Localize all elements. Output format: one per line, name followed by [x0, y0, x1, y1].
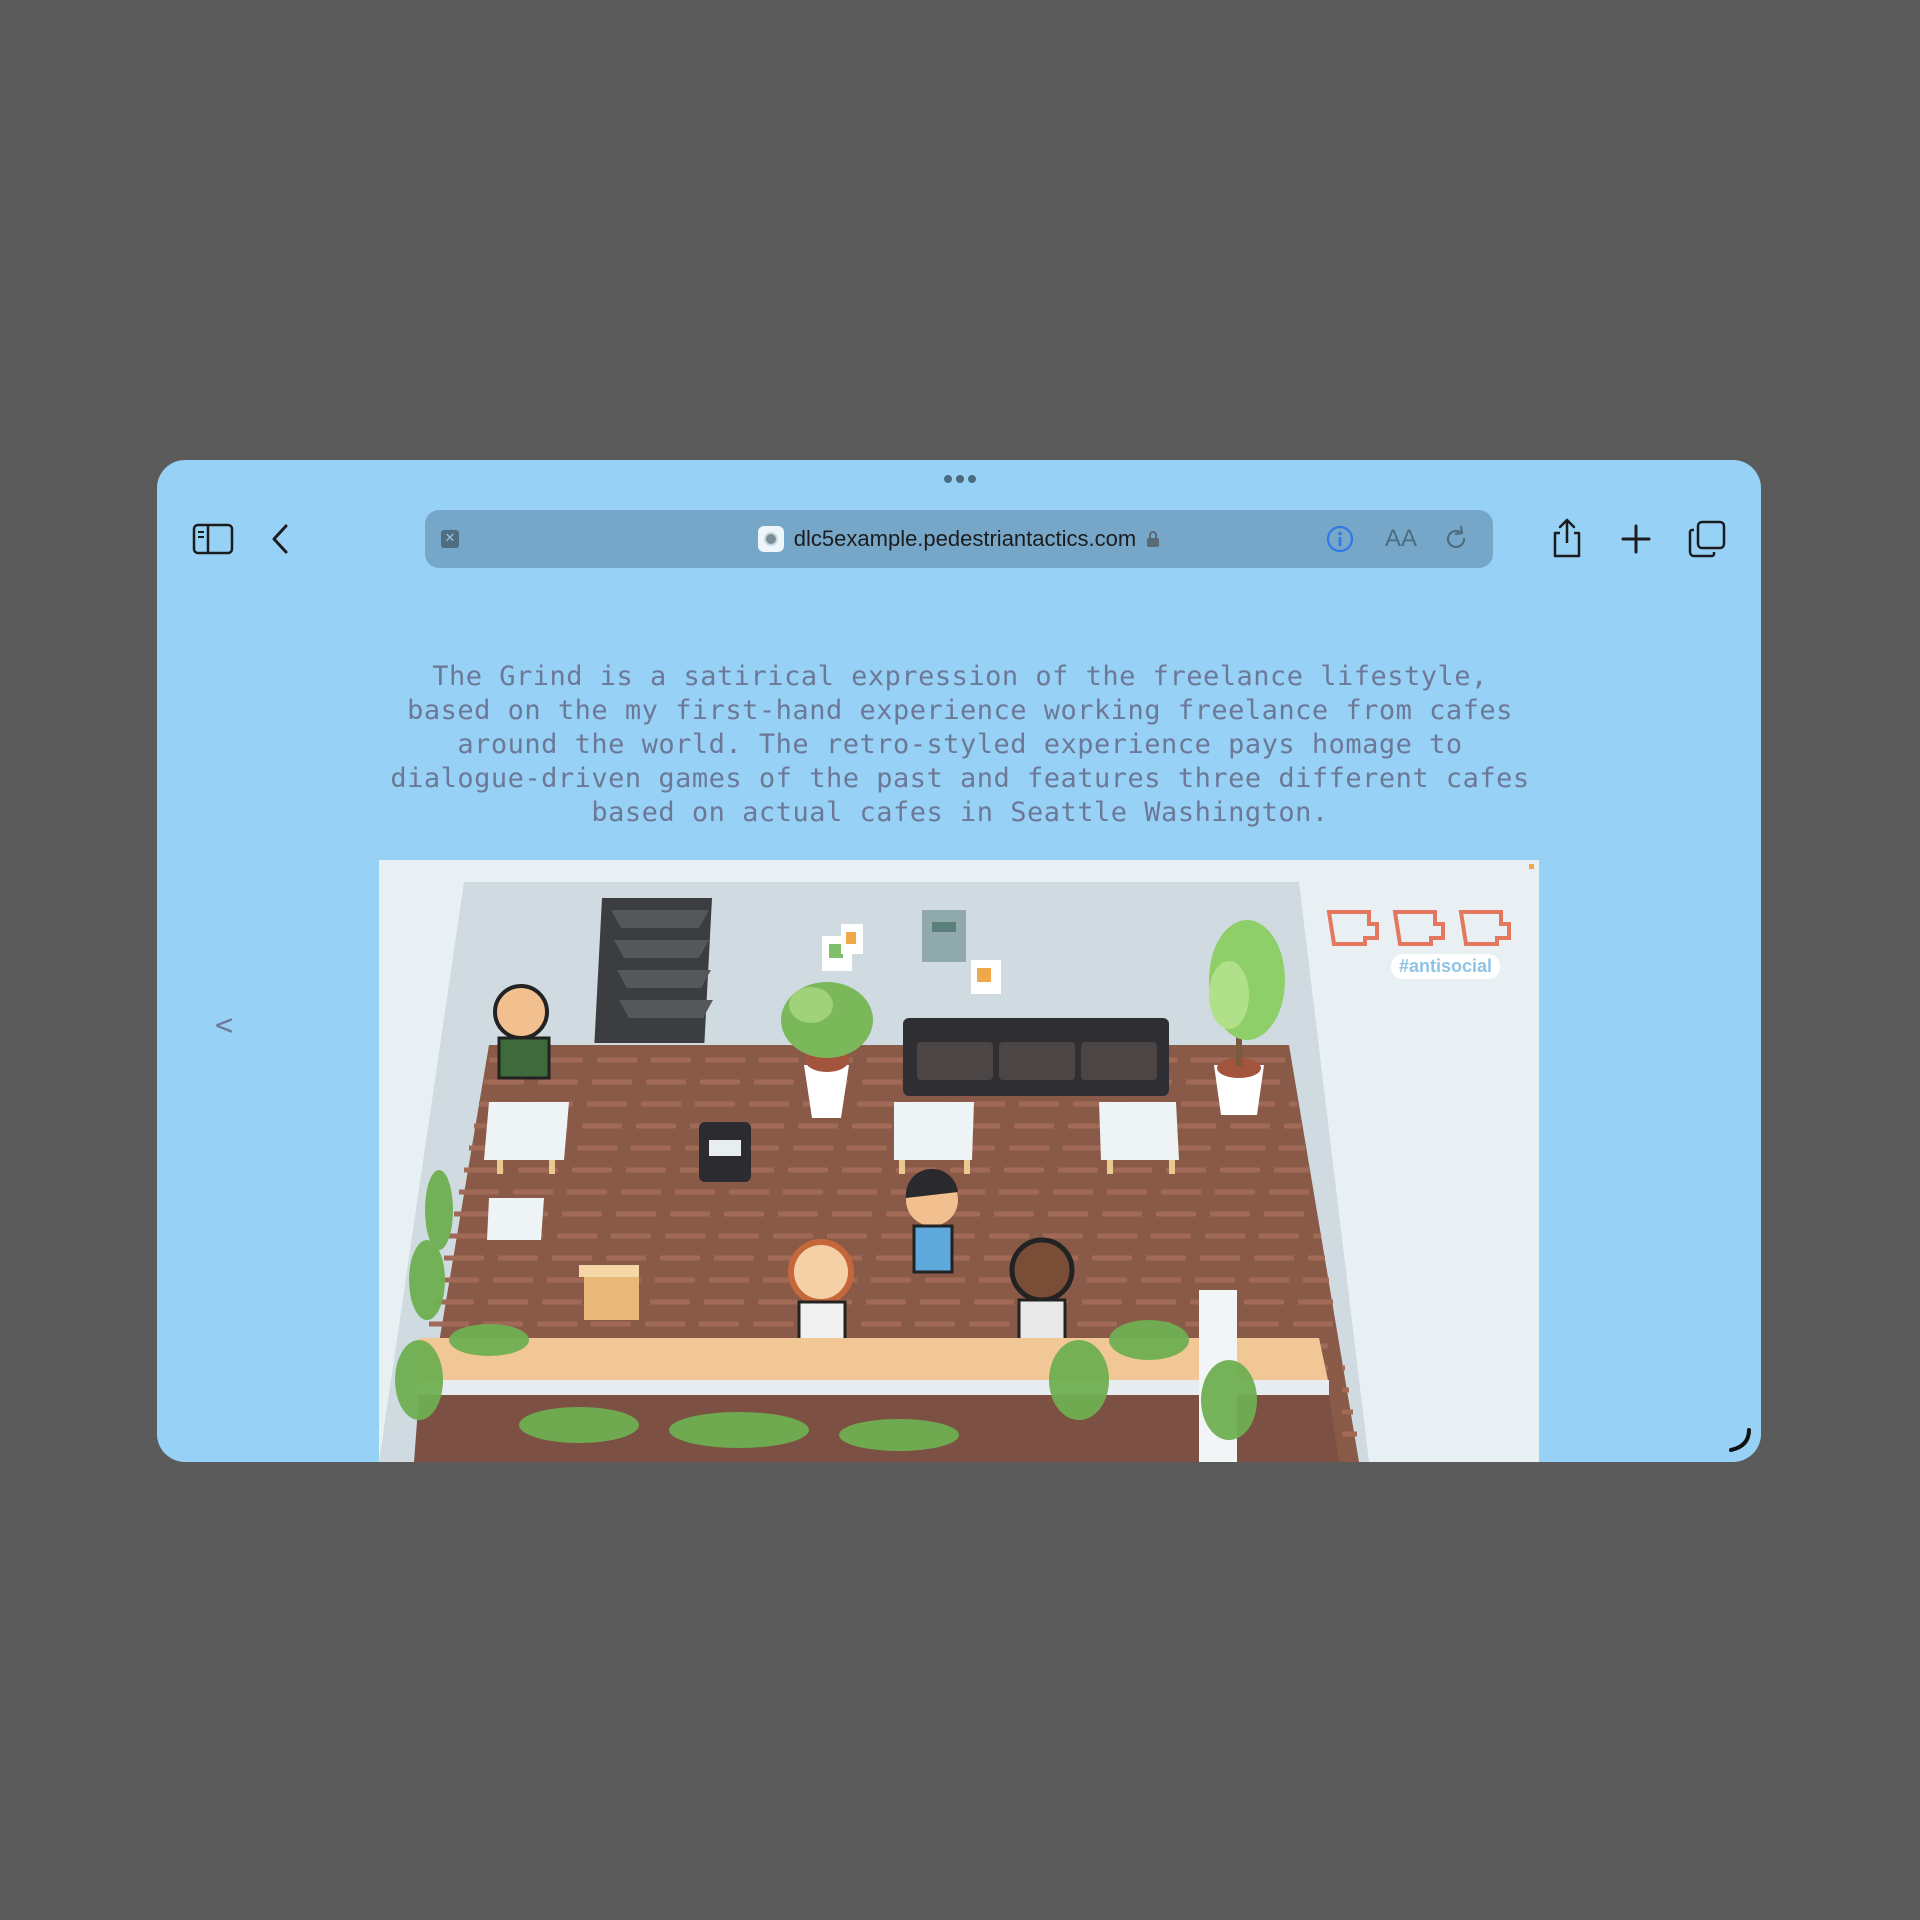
sidebar-icon[interactable] — [191, 522, 235, 556]
resize-handle-icon[interactable] — [1723, 1424, 1753, 1454]
tabs-icon[interactable] — [1687, 520, 1727, 558]
browser-window: ✕ dlc5example.pedestriantactics.com AA T… — [157, 460, 1761, 1462]
favicon-icon — [757, 526, 784, 552]
character-redhead — [788, 1239, 854, 1348]
bookshelf — [594, 898, 713, 1043]
previous-slide-button[interactable]: < — [215, 1008, 233, 1043]
text-size-icon[interactable]: AA — [1381, 524, 1421, 554]
hashtag-label: #antisocial — [1391, 954, 1501, 979]
reload-icon[interactable] — [1441, 524, 1471, 554]
plus-icon[interactable] — [1619, 522, 1653, 556]
game-description: The Grind is a satirical expression of t… — [390, 661, 1530, 828]
share-icon[interactable] — [1549, 516, 1585, 560]
info-icon[interactable] — [1325, 524, 1355, 554]
text-size-label: AA — [1384, 525, 1417, 552]
cafe-scene — [379, 860, 1539, 1462]
chevron-left-icon[interactable] — [265, 522, 295, 556]
game-screenshot: #antisocial — [379, 860, 1539, 1462]
lock-icon — [1147, 531, 1160, 547]
window-grabber[interactable] — [942, 475, 978, 485]
address-bar[interactable]: ✕ dlc5example.pedestriantactics.com AA — [425, 510, 1493, 568]
couch — [903, 1018, 1169, 1096]
url-text[interactable]: dlc5example.pedestriantactics.com — [794, 526, 1136, 552]
